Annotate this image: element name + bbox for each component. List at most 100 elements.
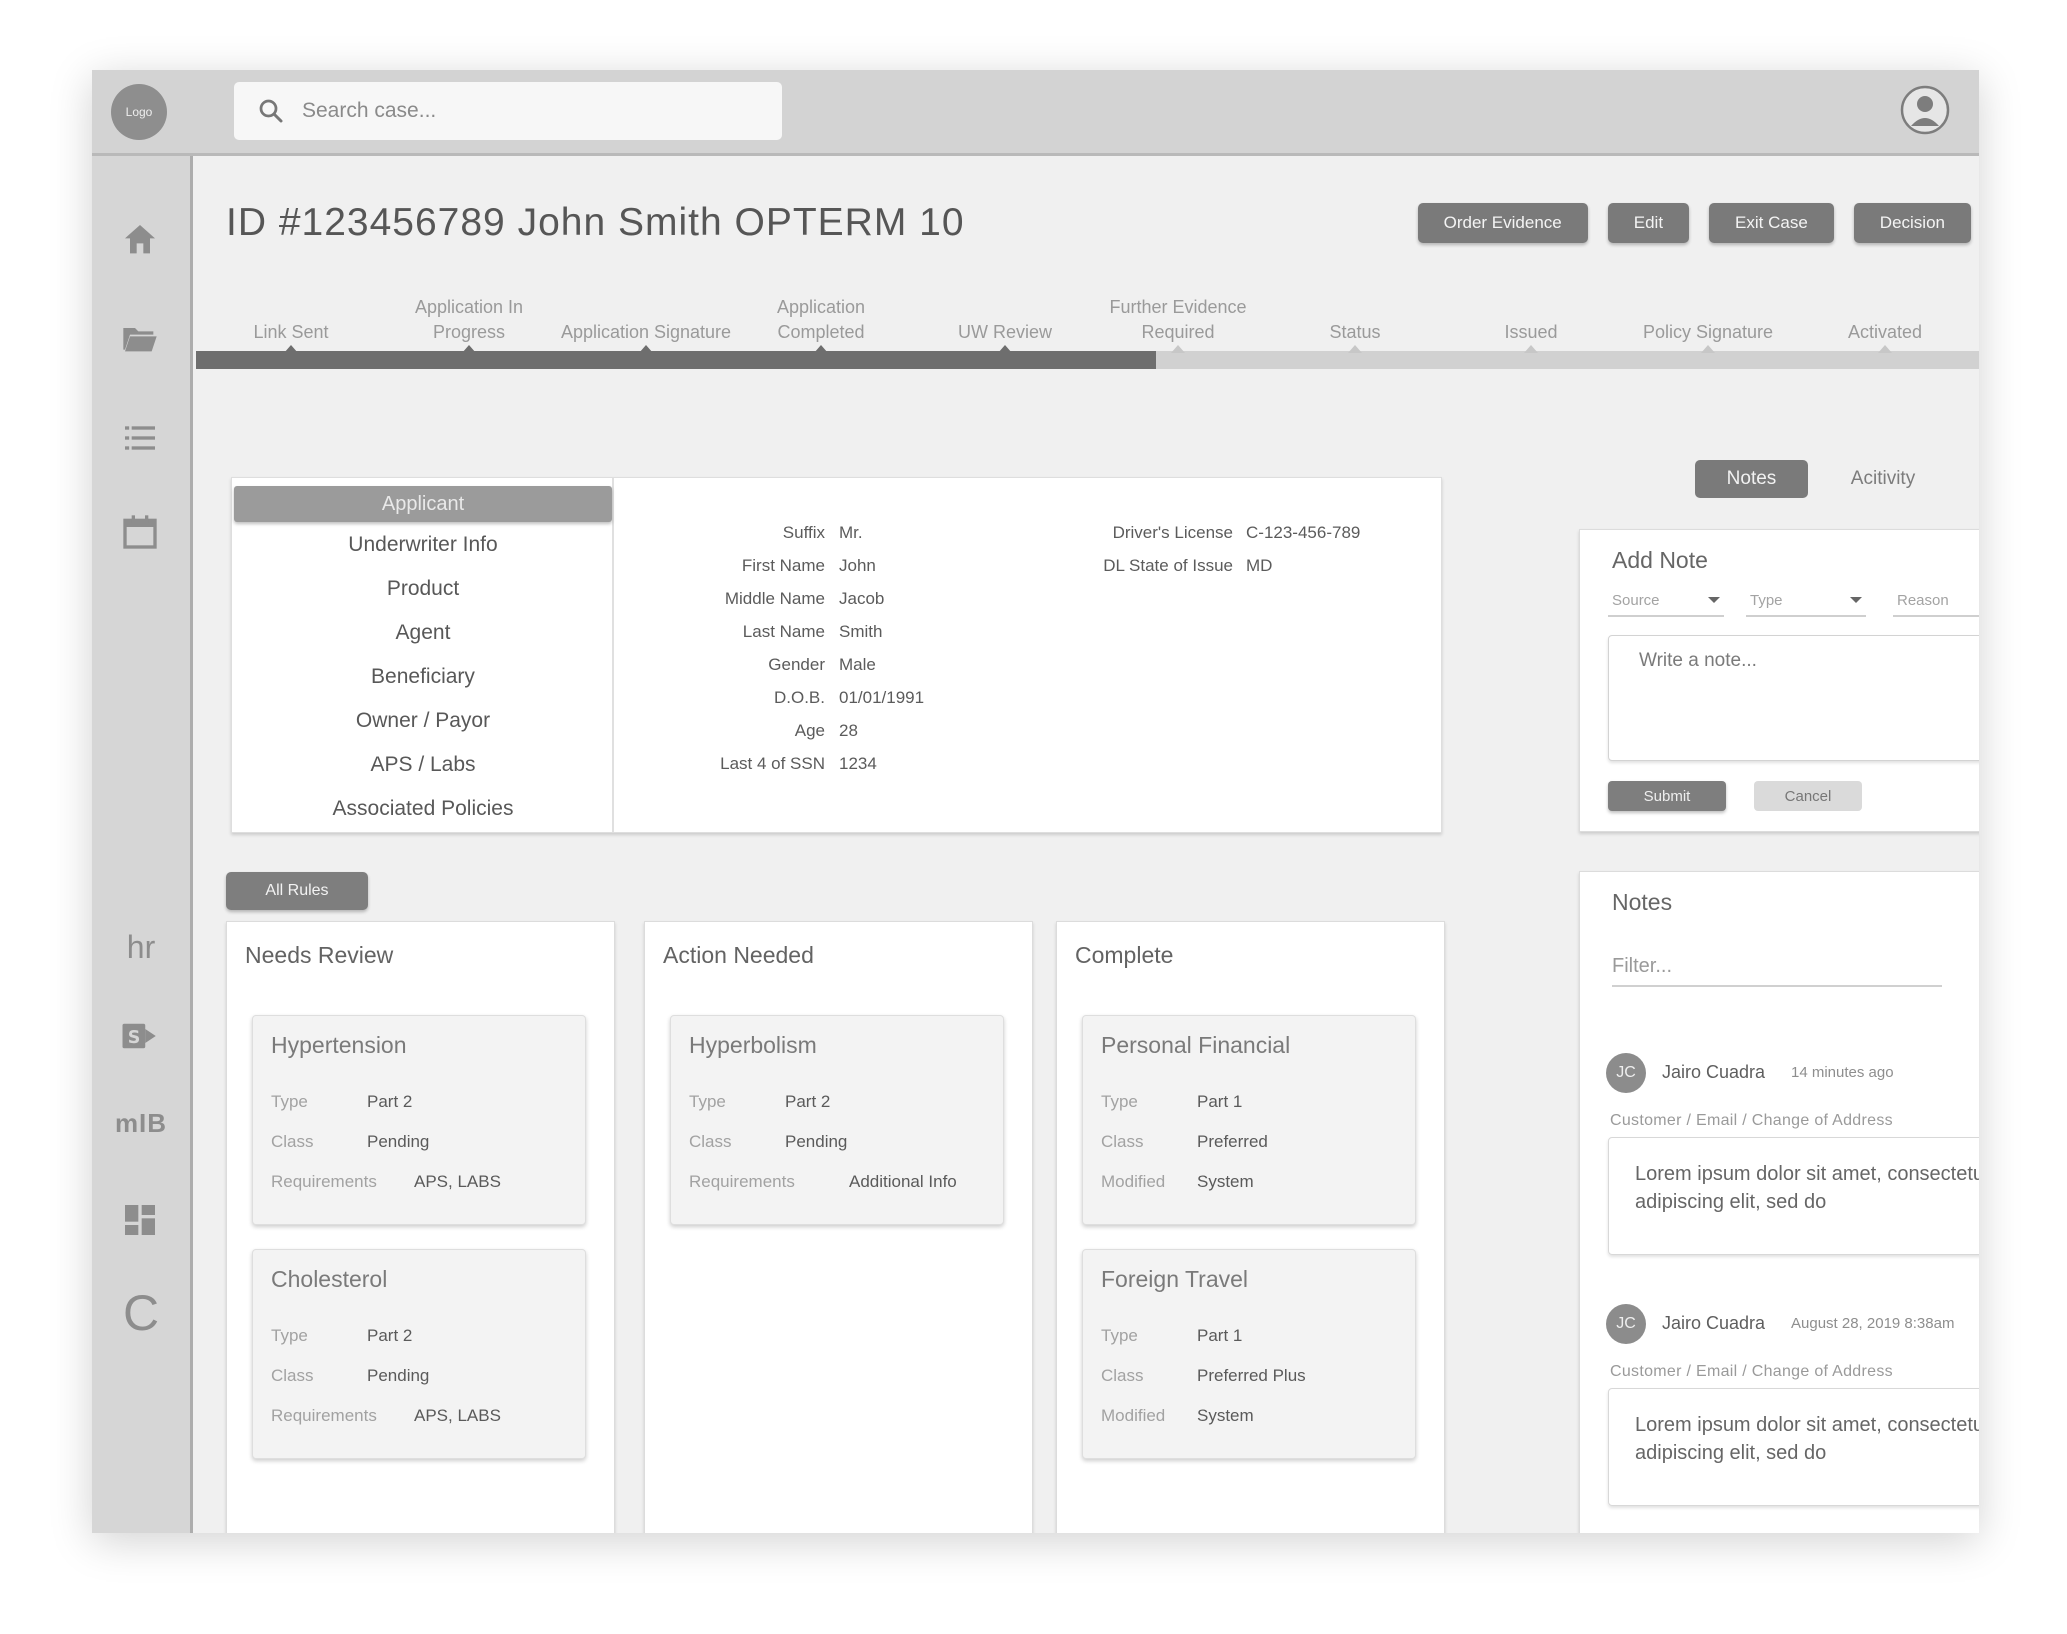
nav-agent[interactable]: Agent	[232, 621, 614, 645]
order-evidence-button[interactable]: Order Evidence	[1417, 203, 1588, 243]
notes-filter-input[interactable]	[1612, 947, 1942, 987]
complete-column: Complete Personal Financial Type Part 1 …	[1056, 921, 1445, 1533]
step-marker	[284, 345, 298, 353]
rule-class-label: Class	[271, 1132, 314, 1151]
folder-icon[interactable]	[116, 314, 164, 362]
nav-owner-payor[interactable]: Owner / Payor	[232, 709, 614, 733]
rule-card-hyperbolism[interactable]: Hyperbolism Type Part 2 Class Pending Re…	[670, 1015, 1004, 1225]
nav-product[interactable]: Product	[232, 577, 614, 601]
rule-requirements-label: Requirements	[271, 1172, 377, 1191]
nav-aps-labs[interactable]: APS / Labs	[232, 753, 614, 777]
rule-card-cholesterol[interactable]: Cholesterol Type Part 2 Class Pending Re…	[252, 1249, 586, 1459]
calendar-icon[interactable]	[116, 508, 164, 556]
step-marker	[1701, 345, 1715, 353]
progress-track	[196, 351, 1979, 369]
last-name-label: Last Name	[742, 622, 825, 641]
nav-applicant[interactable]: Applicant	[234, 486, 612, 522]
rule-card-foreign-travel[interactable]: Foreign Travel Type Part 1 Class Preferr…	[1082, 1249, 1416, 1459]
rule-card-hypertension[interactable]: Hypertension Type Part 2 Class Pending R…	[252, 1015, 586, 1225]
step-marker	[1348, 345, 1362, 353]
gender-label: Gender	[768, 655, 825, 674]
rule-requirements-value: APS, LABS	[414, 1172, 501, 1191]
step-application-completed: Application Completed	[776, 297, 866, 342]
add-note-title: Add Note	[1612, 547, 1708, 573]
hr-app-link[interactable]: hr	[92, 929, 190, 966]
applicant-section-nav: Applicant Underwriter Info Product Agent…	[232, 478, 614, 832]
c-app-link[interactable]: C	[92, 1284, 190, 1342]
all-rules-button[interactable]: All Rules	[226, 872, 368, 910]
dl-state-value: MD	[1246, 556, 1273, 575]
nav-underwriter-info[interactable]: Underwriter Info	[232, 533, 614, 557]
search-bar[interactable]	[234, 82, 782, 140]
column-title: Action Needed	[663, 942, 814, 968]
reason-select-label: Reason	[1897, 591, 1949, 609]
edit-button[interactable]: Edit	[1607, 203, 1690, 243]
notes-title: Notes	[1612, 889, 1673, 915]
search-icon	[259, 99, 283, 123]
user-avatar-icon[interactable]	[1899, 84, 1951, 136]
middle-name-value: Jacob	[839, 589, 885, 608]
source-select[interactable]: Source	[1608, 585, 1724, 617]
exit-case-button[interactable]: Exit Case	[1709, 203, 1834, 243]
step-further-evidence-required: Further Evidence Required	[1109, 297, 1247, 342]
rule-requirements-label: Requirements	[689, 1172, 795, 1191]
tab-activity[interactable]: Acitivity	[1828, 460, 1938, 498]
main-content: ID #123456789 John Smith OPTERM 10 Order…	[196, 159, 1979, 1533]
note-textarea[interactable]	[1608, 635, 1979, 761]
app-window: Logo hr S mIB C	[92, 70, 1979, 1533]
logo[interactable]: Logo	[111, 84, 167, 140]
cancel-button[interactable]: Cancel	[1754, 781, 1862, 811]
mib-app-link[interactable]: mIB	[92, 1108, 190, 1139]
ssn-value: 1234	[839, 754, 877, 773]
rule-card-title: Personal Financial	[1101, 1032, 1291, 1058]
rule-modified-label: Modified	[1101, 1172, 1166, 1191]
rule-type-value: Part 2	[785, 1092, 831, 1111]
middle-name-label: Middle Name	[724, 589, 825, 608]
rule-type-label: Type	[271, 1092, 308, 1111]
last-name-value: Smith	[839, 622, 883, 641]
rule-card-personal-financial[interactable]: Personal Financial Type Part 1 Class Pre…	[1082, 1015, 1416, 1225]
column-title: Complete	[1075, 942, 1174, 968]
step-uw-review: UW Review	[957, 322, 1052, 342]
rule-class-label: Class	[689, 1132, 732, 1151]
note-author: Jairo Cuadra	[1662, 1062, 1766, 1082]
submit-button[interactable]: Submit	[1608, 781, 1726, 811]
rule-type-value: Part 1	[1197, 1326, 1243, 1345]
rule-class-label: Class	[1101, 1132, 1144, 1151]
sidebar: hr S mIB C	[92, 156, 193, 1533]
avatar: JC	[1606, 1053, 1646, 1093]
rule-class-value: Pending	[367, 1132, 430, 1151]
rule-class-label: Class	[1101, 1366, 1144, 1385]
age-label: Age	[794, 721, 825, 740]
tab-notes[interactable]: Notes	[1695, 460, 1808, 498]
nav-beneficiary[interactable]: Beneficiary	[232, 665, 614, 689]
note-author: Jairo Cuadra	[1662, 1313, 1766, 1333]
home-icon[interactable]	[116, 216, 164, 264]
rule-type-label: Type	[1101, 1326, 1138, 1345]
rule-class-value: Pending	[785, 1132, 848, 1151]
search-input[interactable]	[302, 99, 732, 123]
source-select-label: Source	[1612, 591, 1660, 609]
action-needed-column: Action Needed Hyperbolism Type Part 2 Cl…	[644, 921, 1033, 1533]
notes-panel: Notes JC Jairo Cuadra 14 minutes ago Cus…	[1579, 871, 1979, 1533]
note-category: Customer / Email / Change of Address	[1610, 1363, 1893, 1380]
list-icon[interactable]	[116, 414, 164, 462]
sharepoint-icon[interactable]: S	[116, 1012, 164, 1060]
dashboard-icon[interactable]	[116, 1196, 164, 1244]
step-marker	[462, 345, 476, 353]
step-marker	[814, 345, 828, 353]
drivers-license-value: C-123-456-789	[1246, 523, 1361, 542]
type-select[interactable]: Type	[1746, 585, 1866, 617]
rule-modified-value: System	[1197, 1406, 1254, 1425]
note-timestamp: 14 minutes ago	[1791, 1064, 1894, 1081]
suffix-label: Suffix	[782, 523, 825, 542]
step-issued: Issued	[1504, 322, 1558, 342]
chevron-down-icon	[1708, 597, 1720, 603]
reason-select[interactable]: Reason	[1893, 585, 1979, 617]
dob-value: 01/01/1991	[839, 688, 925, 707]
nav-associated-policies[interactable]: Associated Policies	[232, 797, 614, 821]
rule-class-label: Class	[271, 1366, 314, 1385]
step-application-in-progress: Application In Progress	[414, 297, 524, 342]
decision-button[interactable]: Decision	[1853, 203, 1971, 243]
age-value: 28	[839, 721, 858, 740]
